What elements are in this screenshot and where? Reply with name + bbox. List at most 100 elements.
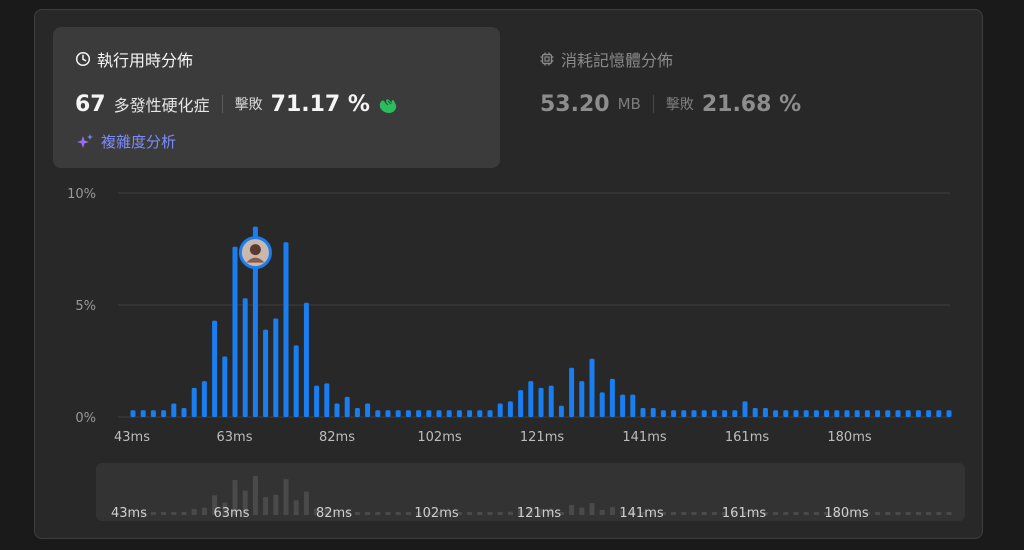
mini-bar [589, 503, 595, 515]
chart-bar [150, 410, 156, 417]
chart-bar [946, 410, 952, 417]
user-avatar-marker [238, 236, 272, 270]
mini-bar [803, 512, 809, 515]
mini-bar [773, 512, 779, 515]
chart-bar [834, 410, 840, 417]
chart-bar [283, 242, 289, 417]
chart-bar [803, 410, 809, 417]
mini-bar [936, 512, 942, 515]
chart-bar [660, 410, 666, 417]
mini-bar [252, 475, 258, 515]
mini-bar [487, 512, 493, 515]
chart-bar [140, 410, 146, 417]
chart-bar [191, 387, 197, 417]
mini-bar [405, 512, 411, 515]
mini-bar [263, 497, 269, 515]
chart-bar [242, 298, 248, 417]
chart-bar [844, 410, 850, 417]
mini-bar [467, 512, 473, 515]
chart-bar [905, 410, 911, 417]
mini-bar [895, 512, 901, 515]
mini-x-tick-label: 141ms [619, 506, 663, 521]
chart-bar [936, 410, 942, 417]
mini-bar [507, 511, 513, 515]
mini-x-tick-label: 82ms [316, 506, 352, 521]
x-tick-label: 43ms [114, 430, 150, 445]
mini-bar [793, 512, 799, 515]
chart-bar [538, 387, 544, 417]
mini-bar [915, 512, 921, 515]
range-brush[interactable]: 43ms 63ms 82ms 102ms 121ms 141ms 161ms 180ms [96, 463, 965, 521]
mini-bar [701, 512, 707, 515]
chart-bar [609, 378, 615, 417]
chart-bar [507, 401, 513, 417]
chart-bar [813, 410, 819, 417]
mini-bar [365, 512, 371, 515]
chart-bar [171, 403, 177, 417]
chart-bar [467, 410, 473, 417]
mini-bar [609, 507, 615, 515]
x-tick-label: 121ms [520, 430, 564, 445]
chart-bar [201, 381, 207, 417]
mini-chart: 43ms 63ms 82ms 102ms 121ms 141ms 161ms 180ms [111, 475, 952, 521]
mini-x-tick-label: 121ms [517, 506, 561, 521]
chart-bar [650, 408, 656, 417]
chart-bar [293, 345, 299, 417]
chart-bar [303, 302, 309, 417]
mini-bar [293, 500, 299, 515]
chart-bar [569, 367, 575, 417]
chart-bar [365, 403, 371, 417]
mini-bar [201, 507, 207, 515]
chart-bar [620, 394, 626, 417]
chart-bar [885, 410, 891, 417]
chart-bar [222, 356, 228, 417]
mini-bar [497, 512, 503, 515]
chart-bar [926, 410, 932, 417]
chart-bar [875, 410, 881, 417]
mini-bar [946, 512, 952, 515]
mini-bar [599, 509, 605, 515]
chart-bar [864, 410, 870, 417]
chart-bar [752, 408, 758, 417]
chart-bar [528, 381, 534, 417]
chart-bar [742, 401, 748, 417]
mini-bar [171, 512, 177, 515]
chart-bar [762, 408, 768, 417]
mini-bar [375, 512, 381, 515]
mini-bar [385, 512, 391, 515]
chart-bar [793, 410, 799, 417]
chart-bar [671, 410, 677, 417]
mini-bar [875, 512, 881, 515]
mini-x-tick-label: 63ms [214, 506, 250, 521]
mini-bar [395, 512, 401, 515]
chart-bar [630, 394, 636, 417]
mini-bar [273, 494, 279, 515]
mini-bar [354, 512, 360, 515]
chart-bar [446, 410, 452, 417]
x-tick-label: 63ms [217, 430, 253, 445]
chart-bar [416, 410, 422, 417]
mini-bar [477, 512, 483, 515]
chart-bar [701, 410, 707, 417]
mini-x-tick-label: 161ms [722, 506, 766, 521]
chart-bar [915, 410, 921, 417]
chart-bar [354, 408, 360, 417]
runtime-distribution-chart[interactable]: 10% 5% 0% 43ms 63ms 82ms 102ms 121ms 141ms 161ms 1… [0, 0, 1024, 460]
chart-bar [722, 410, 728, 417]
chart-bar [487, 410, 493, 417]
mini-bar [671, 512, 677, 515]
chart-bar [773, 410, 779, 417]
chart-bar [181, 408, 187, 417]
chart-bar [130, 410, 136, 417]
mini-bar [681, 512, 687, 515]
chart-bar [824, 410, 830, 417]
mini-x-tick-label: 180ms [824, 506, 868, 521]
y-tick-label: 5% [75, 299, 96, 314]
mini-x-tick-label: 43ms [111, 506, 147, 521]
chart-bar [691, 410, 697, 417]
x-tick-label: 161ms [725, 430, 769, 445]
y-tick-label: 10% [67, 187, 96, 202]
chart-bar [477, 410, 483, 417]
chart-bar [395, 410, 401, 417]
chart-bar [711, 410, 717, 417]
